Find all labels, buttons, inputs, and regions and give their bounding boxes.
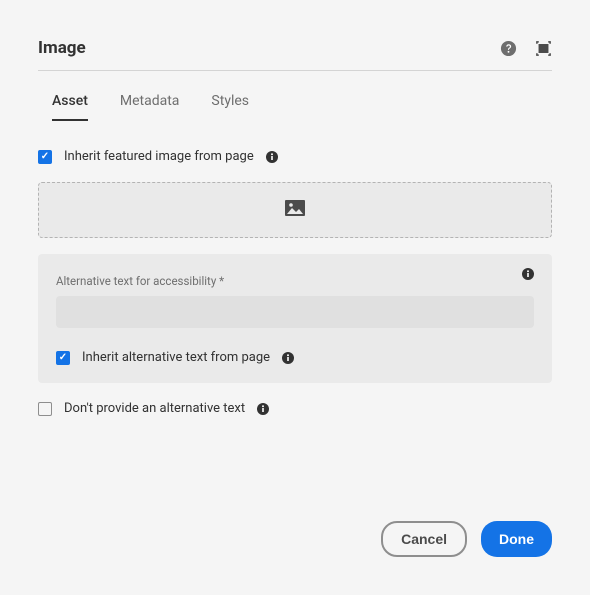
tab-content-asset: Inherit featured image from page Alterna…	[38, 149, 552, 416]
inherit-featured-label: Inherit featured image from page	[64, 149, 254, 164]
tab-metadata[interactable]: Metadata	[120, 93, 180, 121]
inherit-alt-checkbox[interactable]	[56, 351, 70, 365]
cancel-button[interactable]: Cancel	[381, 521, 467, 557]
inherit-alt-row: Inherit alternative text from page	[56, 350, 534, 365]
info-icon[interactable]	[257, 403, 269, 415]
tabs: Asset Metadata Styles	[38, 93, 552, 121]
inherit-alt-label: Inherit alternative text from page	[82, 350, 270, 365]
image-icon	[285, 200, 305, 220]
header-actions	[500, 40, 552, 57]
info-icon[interactable]	[266, 151, 278, 163]
info-icon[interactable]	[522, 268, 534, 280]
no-alt-label: Don't provide an alternative text	[64, 401, 245, 416]
image-dialog: Image Asset Metadata Styles Inherit f	[0, 0, 590, 416]
inherit-featured-checkbox[interactable]	[38, 150, 52, 164]
tab-asset[interactable]: Asset	[52, 93, 88, 121]
alt-text-label: Alternative text for accessibility *	[56, 274, 534, 288]
dialog-title: Image	[38, 38, 86, 58]
help-icon[interactable]	[500, 40, 517, 57]
fullscreen-icon[interactable]	[535, 40, 552, 57]
info-icon[interactable]	[282, 352, 294, 364]
alt-text-panel: Alternative text for accessibility * Inh…	[38, 254, 552, 383]
done-button[interactable]: Done	[481, 521, 552, 557]
no-alt-checkbox[interactable]	[38, 402, 52, 416]
dialog-footer: Cancel Done	[381, 521, 552, 557]
no-alt-row: Don't provide an alternative text	[38, 401, 552, 416]
alt-text-input[interactable]	[56, 296, 534, 328]
dialog-header: Image	[38, 38, 552, 71]
inherit-featured-row: Inherit featured image from page	[38, 149, 552, 164]
image-drop-zone[interactable]	[38, 182, 552, 238]
tab-styles[interactable]: Styles	[211, 93, 249, 121]
